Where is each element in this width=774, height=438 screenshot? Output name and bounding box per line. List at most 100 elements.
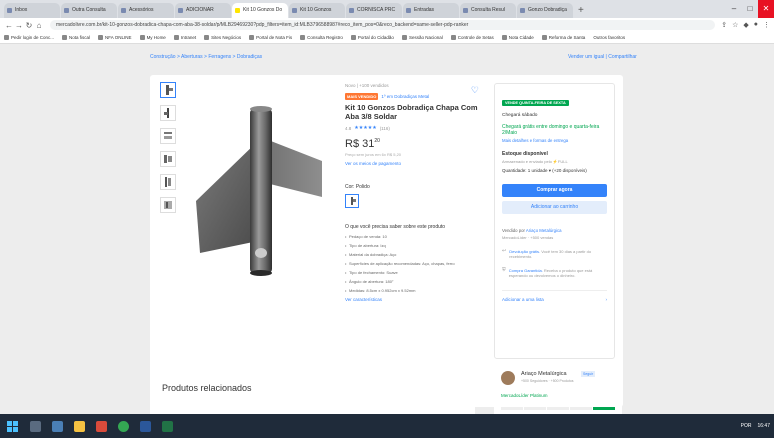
window-controls: – □ ✕	[726, 0, 774, 18]
browser-tab-bar: Inbox Outra Consulta Acessórios ADICIONA…	[0, 0, 774, 18]
sold-by-label: Vendido por	[502, 228, 525, 233]
add-to-list[interactable]: Adicionar a uma lista ›	[502, 290, 607, 302]
thumbnail[interactable]	[160, 128, 176, 144]
language-indicator[interactable]: POR	[741, 423, 752, 429]
hinge-product-image[interactable]	[188, 101, 328, 281]
bookmark-icon	[62, 35, 68, 40]
close-icon[interactable]: ✕	[758, 0, 774, 18]
address-bar: ← → ↻ ⌂ mercadolivre.com.br/kit-10-gonzo…	[0, 18, 774, 32]
maximize-icon[interactable]: □	[742, 0, 758, 18]
sell-share-link[interactable]: Vender um igual | Compartilhar	[568, 54, 637, 60]
rating[interactable]: 4.8 ★★★★★ (116)	[345, 125, 485, 131]
extensions-icon[interactable]: ◆	[743, 21, 748, 29]
breadcrumb[interactable]: Construção > Aberturas > Ferragens > Dob…	[150, 54, 262, 60]
bookmark-item[interactable]: Nota Cidade	[501, 35, 534, 40]
buy-box: VENDE QUINTA-FEIRA DE SEXTA Chegará sába…	[494, 83, 615, 359]
thumbnail[interactable]	[160, 174, 176, 190]
add-to-cart-button[interactable]: Adicionar ao carrinho	[502, 201, 607, 214]
add-to-list-label: Adicionar a uma lista	[502, 297, 544, 302]
quantity-select[interactable]: Quantidade: 1 unidade ▾ (+20 disponíveis…	[502, 168, 607, 174]
bookmark-item[interactable]: Consulta Registro	[300, 35, 343, 40]
new-tab-button[interactable]: +	[574, 3, 588, 18]
seller-link[interactable]: Ariaço Metalúrgica	[526, 228, 562, 233]
bookmarks-bar: Pedir login de Conc... Nota fiscal NFA O…	[0, 32, 774, 44]
feature-item: Medidas: 8.5cm x 0.952cm x 9.52mm	[345, 288, 485, 293]
minimize-icon[interactable]: –	[726, 0, 742, 18]
seller-avatar[interactable]	[501, 371, 515, 385]
stock-full-text: Armazenado e enviado pelo ⚡FULL	[502, 159, 568, 164]
browser-tab[interactable]: Entradas	[403, 3, 459, 18]
arrival-text: Chegará sábado	[502, 113, 538, 118]
feature-item: Pedaço de venda: 10	[345, 234, 485, 239]
bookmark-item[interactable]: Pedir login de Conc...	[4, 35, 54, 40]
reload-icon[interactable]: ↻	[24, 21, 34, 30]
excel-icon[interactable]	[156, 414, 178, 438]
shipping-details-link[interactable]: Mais detalhes e formas de entrega	[502, 138, 607, 143]
browser-tab[interactable]: Kit 10 Gonzos	[289, 3, 345, 18]
related-products: Produtos relacionados	[150, 370, 475, 414]
bookmark-icon	[249, 35, 255, 40]
heart-icon[interactable]: ♡	[471, 85, 479, 96]
forward-icon[interactable]: →	[14, 21, 24, 30]
search-icon[interactable]	[24, 414, 46, 438]
app-icon[interactable]	[90, 414, 112, 438]
chrome-icon[interactable]	[112, 414, 134, 438]
browser-tab[interactable]: CORNISCA PRC	[346, 3, 402, 18]
bookmark-icon	[300, 35, 306, 40]
feature-item: Material da dobradiça: Aço	[345, 252, 485, 257]
shield-icon: ⛨	[502, 267, 506, 273]
bookmark-item[interactable]: Reforma de Santa	[541, 35, 585, 40]
hinge-swatch-icon	[351, 197, 356, 205]
seller-stats: +500 Seguidores · +500 Produtos	[521, 379, 574, 383]
ranking-link[interactable]: 1º em Dobradiças Metal	[381, 94, 429, 99]
all-bookmarks[interactable]: Outros favoritos	[593, 35, 625, 40]
product-title: Kit 10 Gonzos Dobradiça Chapa Com Aba 3/…	[345, 103, 478, 121]
url-input[interactable]: mercadolivre.com.br/kit-10-gonzos-dobrad…	[50, 20, 716, 30]
browser-tab[interactable]: Outra Consulta	[61, 3, 117, 18]
bookmark-item[interactable]: NFA ONLINE	[98, 35, 132, 40]
hinge-thumbnail-icon	[164, 201, 172, 209]
hinge-thumbnail-icon	[166, 85, 173, 95]
price: R$ 3120	[345, 138, 485, 150]
bookmark-icon	[350, 35, 356, 40]
follow-button[interactable]: Seguir	[581, 371, 596, 377]
thumbnail[interactable]	[160, 105, 176, 121]
browser-tab[interactable]: Gonzo Dobradiça	[517, 3, 573, 18]
seller-name[interactable]: Ariaço Metalúrgica	[521, 371, 567, 377]
buy-now-button[interactable]: Comprar agora	[502, 184, 607, 197]
browser-tab[interactable]: ADICIONAR	[175, 3, 231, 18]
features-title: O que você precisa saber sobre este prod…	[345, 224, 446, 230]
star-icon[interactable]: ☆	[732, 21, 738, 29]
file-explorer-icon[interactable]	[68, 414, 90, 438]
browser-tab[interactable]: Consulta Resul	[460, 3, 516, 18]
see-features-link[interactable]: Ver características	[345, 297, 485, 302]
windows-start-icon[interactable]	[0, 414, 24, 438]
bookmark-item[interactable]: Controle de Setas	[450, 35, 494, 40]
payment-methods-link[interactable]: Ver os meios de pagamento	[345, 161, 485, 166]
task-view-icon[interactable]	[46, 414, 68, 438]
bookmark-item[interactable]: Nota fiscal	[62, 35, 90, 40]
delivery-badge: VENDE QUINTA-FEIRA DE SEXTA	[502, 100, 569, 106]
browser-tab-active[interactable]: Kit 10 Gonzos Do	[232, 3, 288, 18]
bookmark-item[interactable]: Portal de Nota Fis	[249, 35, 292, 40]
thumbnail[interactable]	[160, 82, 176, 98]
thumbnail[interactable]	[160, 197, 176, 213]
bookmark-item[interactable]: Portal do Cidadão	[350, 35, 394, 40]
bookmark-item[interactable]: Sites Negócios	[204, 35, 241, 40]
features-list: Pedaço de venda: 10 Tipo de abertura: Iz…	[345, 234, 485, 293]
clock[interactable]: 16:47	[757, 423, 770, 429]
browser-tab[interactable]: Acessórios	[118, 3, 174, 18]
home-icon[interactable]: ⌂	[34, 21, 44, 30]
profile-icon[interactable]: ●	[754, 21, 758, 29]
word-icon[interactable]	[134, 414, 156, 438]
thumbnail[interactable]	[160, 151, 176, 167]
browser-tab[interactable]: Inbox	[4, 3, 60, 18]
share-icon[interactable]: ⇪	[721, 21, 727, 29]
back-icon[interactable]: ←	[4, 21, 14, 30]
bookmark-icon	[204, 35, 210, 40]
bookmark-item[interactable]: Sessão Nacional	[401, 35, 443, 40]
menu-icon[interactable]: ⋮	[763, 21, 770, 29]
bookmark-item[interactable]: My Home	[139, 35, 166, 40]
color-swatch[interactable]	[345, 194, 359, 208]
bookmark-item[interactable]: Intranet	[173, 35, 196, 40]
